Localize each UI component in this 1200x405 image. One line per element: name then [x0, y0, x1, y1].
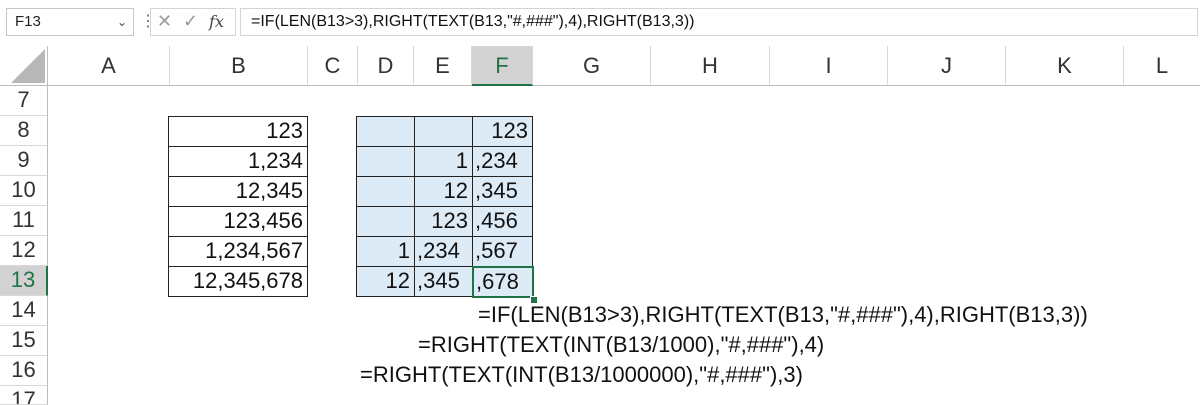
insert-function-icon[interactable]: fx [209, 12, 224, 31]
cell-e10[interactable]: 12 [414, 176, 473, 207]
column-header-i[interactable]: I [770, 46, 888, 86]
cell-f11[interactable]: ,456 [472, 206, 533, 237]
cell-d13[interactable]: 12 [356, 266, 415, 297]
cell-e8[interactable] [414, 116, 473, 147]
cell-f10[interactable]: ,345 [472, 176, 533, 207]
cell-e13[interactable]: ,345 [414, 266, 473, 297]
cell-d8[interactable] [356, 116, 415, 147]
column-header-g[interactable]: G [533, 46, 651, 86]
cell-b9[interactable]: 1,234 [168, 146, 308, 177]
row-header-9[interactable]: 9 [0, 146, 48, 176]
name-box-value: F13 [15, 13, 41, 30]
column-header-b[interactable]: B [170, 46, 308, 86]
cell-e11[interactable]: 123 [414, 206, 473, 237]
row-header-14[interactable]: 14 [0, 296, 48, 326]
cell-e9[interactable]: 1 [414, 146, 473, 177]
cell-d10[interactable] [356, 176, 415, 207]
cell-f12[interactable]: ,567 [472, 236, 533, 267]
formula-buttons: ✕ ✓ fx [150, 8, 236, 36]
column-header-f[interactable]: F [472, 46, 533, 86]
formula-bar: F13 ⌄ ⋮ ✕ ✓ fx =IF(LEN(B13>3),RIGHT(TEXT… [0, 0, 1200, 46]
cell-b8[interactable]: 123 [168, 116, 308, 147]
cell-b11[interactable]: 123,456 [168, 206, 308, 237]
cell-b10[interactable]: 12,345 [168, 176, 308, 207]
cell-f13-selected[interactable]: ,678 [472, 266, 534, 298]
column-header-c[interactable]: C [308, 46, 358, 86]
row-header-11[interactable]: 11 [0, 206, 48, 236]
column-header-h[interactable]: H [651, 46, 770, 86]
enter-icon[interactable]: ✓ [183, 11, 198, 32]
row-header-17[interactable]: 17 [0, 386, 48, 405]
cell-f9[interactable]: ,234 [472, 146, 533, 177]
cell-e12[interactable]: ,234 [414, 236, 473, 267]
formula-input[interactable]: =IF(LEN(B13>3),RIGHT(TEXT(B13,"#,###"),4… [240, 8, 1198, 36]
row-header-8[interactable]: 8 [0, 116, 48, 146]
row-header-7[interactable]: 7 [0, 86, 48, 116]
column-header-e[interactable]: E [414, 46, 472, 86]
row-header-12[interactable]: 12 [0, 236, 48, 266]
cell-d9[interactable] [356, 146, 415, 177]
row-header-13[interactable]: 13 [0, 266, 48, 296]
formula-note-1[interactable]: =IF(LEN(B13>3),RIGHT(TEXT(B13,"#,###"),4… [478, 301, 1088, 329]
column-header-a[interactable]: A [48, 46, 170, 86]
column-header-j[interactable]: J [888, 46, 1006, 86]
name-box[interactable]: F13 ⌄ [6, 8, 134, 36]
cell-b12[interactable]: 1,234,567 [168, 236, 308, 267]
column-header-l[interactable]: L [1124, 46, 1200, 86]
select-all-button[interactable] [0, 46, 48, 86]
select-all-triangle-icon [11, 49, 45, 83]
row-header-10[interactable]: 10 [0, 176, 48, 206]
column-header-d[interactable]: D [358, 46, 414, 86]
column-header-k[interactable]: K [1006, 46, 1124, 86]
cell-f8[interactable]: 123 [472, 116, 533, 147]
fill-handle[interactable] [530, 296, 538, 304]
chevron-down-icon[interactable]: ⌄ [117, 9, 127, 35]
formula-note-3[interactable]: =RIGHT(TEXT(INT(B13/1000000),"#,###"),3) [360, 361, 803, 389]
cell-b13[interactable]: 12,345,678 [168, 266, 308, 297]
formula-note-2[interactable]: =RIGHT(TEXT(INT(B13/1000),"#,###"),4) [418, 331, 824, 359]
row-header-15[interactable]: 15 [0, 326, 48, 356]
cell-d11[interactable] [356, 206, 415, 237]
cancel-icon[interactable]: ✕ [157, 11, 172, 32]
row-header-16[interactable]: 16 [0, 356, 48, 386]
cell-d12[interactable]: 1 [356, 236, 415, 267]
